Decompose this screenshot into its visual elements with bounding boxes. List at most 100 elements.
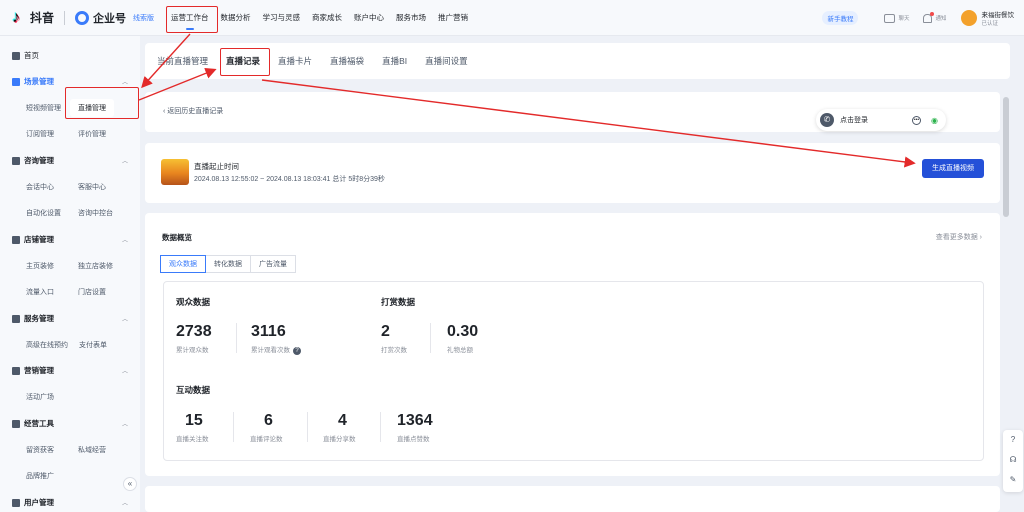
sidebar-group-marketing[interactable]: 营销管理 ︿ (12, 365, 128, 376)
chevron-up-icon: ︿ (121, 159, 128, 165)
sidebar-item-session-center[interactable]: 会话中心 (26, 182, 54, 192)
annotation-box-tab (220, 48, 270, 76)
divider (307, 412, 308, 442)
divider (236, 323, 237, 353)
avatar[interactable] (960, 10, 977, 26)
service-icon (12, 314, 20, 323)
nav-merchant-growth[interactable]: 商家成长 (306, 0, 348, 36)
tab-live-card[interactable]: 直播卡片 (278, 55, 312, 67)
live-time-range: 2024.08.13 12:55:02 ~ 2024.08.13 18:03:4… (194, 176, 385, 183)
stat-total-views: 3116 累计观看次数? (251, 323, 301, 355)
tab-live-bi[interactable]: 直播BI (382, 55, 407, 67)
sidebar-item-shop-decor[interactable]: 独立店装修 (78, 261, 113, 271)
headset-icon[interactable]: ☊ (1003, 450, 1023, 470)
segment-conversion[interactable]: 转化数据 (205, 255, 251, 273)
sidebar-item-homepage-decor[interactable]: 主页装修 (26, 261, 54, 271)
stat-reward-count: 2 打赏次数 (381, 323, 407, 354)
stat-likes: 1364 直播点赞数 (397, 412, 433, 443)
sidebar-item-console[interactable]: 咨询中控台 (78, 208, 113, 218)
generate-live-video-button[interactable]: 生成直播视频 (922, 159, 984, 178)
collapse-sidebar-button[interactable]: « (123, 477, 137, 491)
chevron-up-icon: ︿ (121, 501, 128, 507)
phone-icon: ✆ (820, 113, 834, 127)
consult-icon (12, 156, 20, 165)
sidebar-group-scene[interactable]: 场景管理 ︿ (12, 76, 128, 87)
store-icon (12, 235, 20, 244)
help-icon[interactable]: ? (293, 347, 301, 355)
audience-group-title: 观众数据 (176, 297, 211, 307)
sidebar-item-short-video[interactable]: 短视频管理 (26, 103, 61, 113)
live-time-title: 直播起止时间 (194, 162, 239, 171)
right-float-toolbar: ? ☊ ✎ (1003, 430, 1023, 492)
segment-ad-traffic[interactable]: 广告流量 (250, 255, 296, 273)
stat-follows: 15 直播关注数 (176, 412, 209, 443)
home-icon (12, 51, 20, 60)
sidebar-item-brand-promo[interactable]: 品牌推广 (26, 471, 54, 481)
sidebar-item-activity-plaza[interactable]: 活动广场 (26, 392, 54, 402)
chevron-up-icon: ︿ (121, 238, 128, 244)
stat-total-viewers: 2738 累计观众数 (176, 323, 212, 354)
segment-audience[interactable]: 观众数据 (160, 255, 206, 273)
feedback-icon[interactable]: ✎ (1003, 470, 1023, 490)
stats-panel (163, 281, 984, 461)
scene-icon (12, 77, 20, 86)
chevron-up-icon: ︿ (121, 317, 128, 323)
douyin-logo-icon: ♪ ♪ ♪ (11, 7, 21, 27)
nav-service-market[interactable]: 服务市场 (390, 0, 432, 36)
tab-room-settings[interactable]: 直播间设置 (425, 55, 468, 67)
reward-group-title: 打赏数据 (381, 297, 416, 307)
chat-icon (884, 13, 896, 23)
sidebar-item-home[interactable]: 首页 (12, 50, 128, 61)
chat-button[interactable]: 聊天 (884, 13, 909, 23)
back-link[interactable]: ‹ 返回历史直播记录 (163, 106, 223, 116)
brand[interactable]: ♪ ♪ ♪ 抖音 企业号 线索版 (11, 7, 154, 27)
user-info[interactable]: 来福街餐饮 已认证 (982, 9, 1015, 27)
sidebar-item-booking[interactable]: 高级在线预约 (26, 340, 68, 350)
sidebar-item-store-settings[interactable]: 门店设置 (78, 287, 106, 297)
nav-marketing[interactable]: 推广营销 (432, 0, 474, 36)
sidebar-item-private-domain[interactable]: 私域经营 (78, 445, 106, 455)
stat-gift-total: 0.30 礼物总额 (447, 323, 479, 354)
chevron-up-icon: ︿ (121, 369, 128, 375)
stat-comments: 6 直播评论数 (250, 412, 283, 443)
divider (430, 323, 431, 353)
sidebar-item-subscription[interactable]: 订阅管理 (26, 129, 54, 139)
sidebar-item-payment-form[interactable]: 支付表单 (79, 340, 107, 350)
brand-name: 抖音 (30, 11, 55, 25)
tab-lucky-bag[interactable]: 直播福袋 (330, 55, 364, 67)
annotation-box-sidebar (65, 87, 139, 119)
sidebar-group-consult[interactable]: 咨询管理 ︿ (12, 155, 128, 166)
sidebar-item-reviews[interactable]: 评价管理 (78, 129, 106, 139)
more-data-link[interactable]: 查看更多数据 › (936, 232, 982, 242)
help-circle-icon[interactable]: ? (1003, 430, 1023, 450)
chevron-up-icon: ︿ (121, 422, 128, 428)
sidebar-item-traffic-entry[interactable]: 流量入口 (26, 287, 54, 297)
nav-account-center[interactable]: 账户中心 (348, 0, 390, 36)
product-name: 企业号 (93, 12, 127, 25)
nav-data-analysis[interactable]: 数据分析 (215, 0, 257, 36)
sidebar-group-service[interactable]: 服务管理 ︿ (12, 313, 128, 324)
sidebar-item-lead-capture[interactable]: 留资获客 (26, 445, 54, 455)
newbie-tutorial-button[interactable]: 新手教程 (822, 11, 859, 25)
sidebar-group-users[interactable]: 用户管理 ︿ (12, 497, 128, 508)
sidebar-group-tools[interactable]: 经营工具 ︿ (12, 418, 128, 429)
user-auth-status: 已认证 (981, 21, 999, 27)
notification-button[interactable]: 通知 (923, 11, 947, 23)
overview-title: 数据概览 (162, 233, 192, 242)
sidebar-item-automation[interactable]: 自动化设置 (26, 208, 61, 218)
divider (233, 412, 234, 442)
sidebar-group-store[interactable]: 店铺管理 ︿ (12, 234, 128, 245)
stat-shares: 4 直播分享数 (323, 412, 356, 443)
top-bar: ♪ ♪ ♪ 抖音 企业号 线索版 运营工作台 数据分析 学习与灵感 商家成长 账户中… (0, 0, 1024, 36)
divider (380, 412, 381, 442)
version-badge[interactable]: 线索版 (133, 13, 154, 23)
tab-current-live[interactable]: 当前直播管理 (157, 55, 208, 67)
wifi-icon: ◉ (931, 115, 938, 125)
user-name: 来福街餐饮 (981, 12, 1015, 19)
phone-login-widget[interactable]: ✆ 点击登录 ••• ◉ (816, 109, 946, 131)
sidebar-item-service-center[interactable]: 客服中心 (78, 182, 106, 192)
chevron-up-icon: ︿ (121, 80, 128, 86)
scrollbar[interactable] (1003, 97, 1009, 217)
nav-learning[interactable]: 学习与灵感 (257, 0, 307, 36)
more-icon[interactable]: ••• (912, 115, 922, 125)
